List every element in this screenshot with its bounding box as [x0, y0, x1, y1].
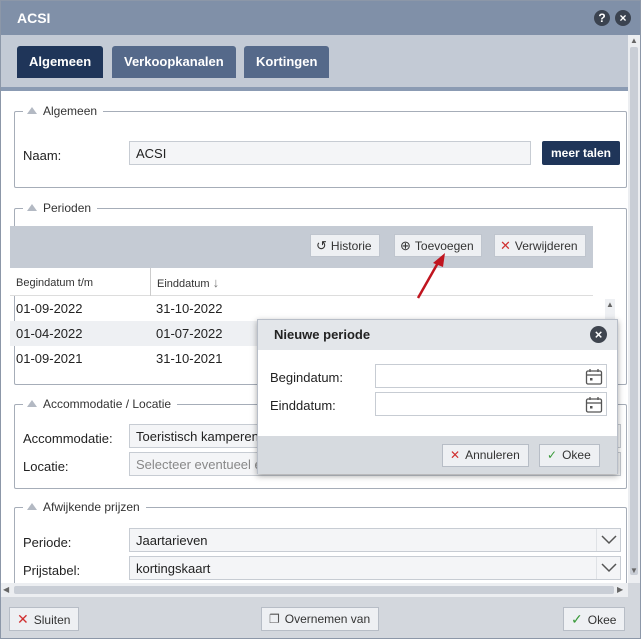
okee-dialog-button[interactable]: ✓ Okee: [539, 444, 600, 467]
legend-prijzen[interactable]: Afwijkende prijzen: [23, 500, 146, 514]
column-begindatum[interactable]: Begindatum t/m: [10, 268, 151, 296]
naam-label: Naam:: [23, 148, 62, 163]
main-window: ACSI ? × Algemeen Verkoopkanalen Korting…: [0, 0, 641, 639]
verwijderen-button[interactable]: ✕ Verwijderen: [494, 234, 586, 257]
copy-icon: ❐: [269, 612, 280, 626]
tab-bar: Algemeen Verkoopkanalen Kortingen: [1, 35, 628, 91]
horizontal-scrollbar[interactable]: ◀ ▶: [1, 583, 628, 597]
prijstabel-select[interactable]: kortingskaart: [129, 556, 621, 580]
calendar-icon[interactable]: [585, 396, 603, 413]
scroll-thumb[interactable]: [14, 586, 614, 594]
close-icon[interactable]: ×: [590, 326, 607, 343]
legend-accommodatie[interactable]: Accommodatie / Locatie: [23, 397, 178, 411]
cancel-icon: ✕: [450, 448, 461, 462]
grid-header: Begindatum t/m Einddatum ↓: [10, 268, 593, 296]
dialog-title: Nieuwe periode: [258, 320, 617, 350]
accommodatie-label: Accommodatie:: [23, 431, 113, 446]
check-icon: ✓: [547, 448, 558, 462]
naam-input[interactable]: ACSI: [129, 141, 531, 165]
periode-select[interactable]: Jaartarieven: [129, 528, 621, 552]
tab-verkoopkanalen[interactable]: Verkoopkanalen: [112, 46, 236, 78]
legend-algemeen[interactable]: Algemeen: [23, 104, 104, 118]
historie-button[interactable]: ↺ Historie: [310, 234, 380, 257]
plus-circle-icon: ⊕: [400, 238, 411, 253]
periode-label: Periode:: [23, 535, 72, 550]
calendar-icon[interactable]: [585, 368, 603, 385]
overnemen-van-button[interactable]: ❐ Overnemen van: [261, 607, 380, 631]
title-bar: ACSI ? ×: [1, 1, 640, 35]
fieldset-prijzen: Afwijkende prijzen Periode: Jaartarieven…: [14, 500, 627, 583]
tab-algemeen[interactable]: Algemeen: [17, 46, 104, 78]
einddatum-input[interactable]: [375, 392, 607, 416]
scroll-thumb[interactable]: [630, 47, 638, 575]
sort-desc-icon: ↓: [212, 275, 220, 290]
history-icon: ↺: [316, 238, 327, 253]
collapse-icon: [27, 400, 37, 407]
delete-icon: ✕: [500, 238, 511, 253]
collapse-icon: [27, 107, 37, 114]
chevron-down-icon: [596, 529, 620, 551]
okee-button[interactable]: ✓ Okee: [563, 607, 626, 631]
sluiten-button[interactable]: ✕ Sluiten: [9, 607, 80, 631]
legend-perioden[interactable]: Perioden: [23, 201, 98, 215]
annuleren-button[interactable]: ✕ Annuleren: [442, 444, 529, 467]
vertical-scrollbar[interactable]: ▲ ▼: [628, 35, 640, 583]
help-icon[interactable]: ?: [594, 10, 610, 26]
locatie-label: Locatie:: [23, 459, 69, 474]
table-row[interactable]: 01-09-2022 31-10-2022: [10, 296, 593, 321]
window-footer: ✕ Sluiten ❐ Overnemen van ✓ Okee: [1, 598, 640, 638]
fieldset-algemeen: Algemeen Naam: ACSI meer talen: [14, 104, 627, 188]
begindatum-input[interactable]: [375, 364, 607, 388]
column-einddatum[interactable]: Einddatum ↓: [151, 268, 593, 296]
meer-talen-button[interactable]: meer talen: [542, 141, 620, 165]
check-icon: ✓: [571, 611, 583, 627]
annotation-arrow-icon: [416, 253, 445, 299]
chevron-down-icon: [596, 557, 620, 579]
einddatum-label: Einddatum:: [270, 398, 336, 413]
dialog-footer: ✕ Annuleren ✓ Okee: [258, 436, 617, 474]
close-icon: ✕: [17, 611, 29, 627]
collapse-icon: [27, 503, 37, 510]
grid-toolbar: ↺ Historie ⊕ Toevoegen ✕ Verwijderen: [10, 226, 593, 268]
window-title: ACSI: [17, 10, 51, 26]
begindatum-label: Begindatum:: [270, 370, 343, 385]
tab-kortingen[interactable]: Kortingen: [244, 46, 330, 78]
prijstabel-label: Prijstabel:: [23, 563, 81, 578]
nieuwe-periode-dialog: Nieuwe periode × Begindatum: Einddatum: …: [257, 319, 618, 474]
collapse-icon: [27, 204, 37, 211]
close-icon[interactable]: ×: [615, 10, 631, 26]
